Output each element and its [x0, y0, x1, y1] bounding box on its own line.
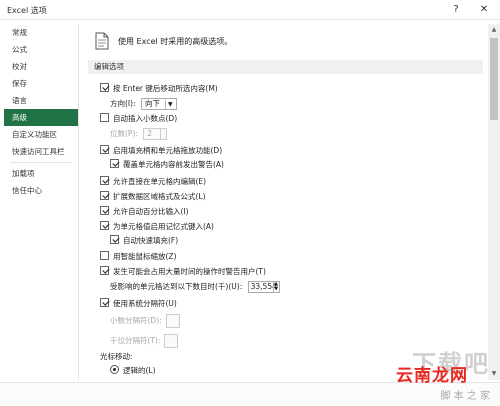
sidebar-item-addins[interactable]: 加载项 — [4, 165, 78, 182]
scroll-up-icon[interactable]: ▲ — [488, 24, 500, 36]
direction-label: 方向(I): — [110, 99, 136, 108]
flash-fill-checkbox[interactable] — [110, 235, 119, 244]
autocomplete-checkbox[interactable] — [100, 221, 109, 230]
option-direction: 方向(I): 向下 ▼ — [110, 97, 177, 110]
thousands-separator-label: 千位分隔符(T): — [110, 336, 161, 345]
sidebar-item-customize-ribbon[interactable]: 自定义功能区 — [4, 126, 78, 143]
fill-handle-label: 启用填充柄和单元格拖放功能(D) — [113, 146, 223, 155]
option-thousands-separator: 千位分隔符(T): — [110, 334, 179, 348]
close-button[interactable]: ✕ — [470, 1, 498, 19]
panel-description: 使用 Excel 时采用的高级选项。 — [118, 37, 233, 46]
option-auto-decimal[interactable]: 自动插入小数点(D) — [100, 112, 177, 125]
option-extend-formats[interactable]: 扩展数据区域格式及公式(L) — [100, 190, 206, 203]
scrollbar-thumb[interactable] — [490, 38, 498, 120]
thousands-separator-input — [164, 334, 179, 348]
decimal-separator-input — [165, 314, 180, 328]
decimal-separator-label: 小数分隔符(D): — [110, 316, 162, 325]
options-panel: 使用 Excel 时采用的高级选项。 编辑选项 按 Enter 键后移动所选内容… — [82, 24, 487, 380]
cells-affected-label: 受影响的单元格达到以下数目时(千)(U): — [110, 282, 243, 291]
stepper-arrows-icon — [160, 129, 166, 139]
direction-value: 向下 — [144, 99, 160, 108]
overwrite-alert-checkbox[interactable] — [110, 159, 119, 168]
overwrite-alert-label: 覆盖单元格内容前发出警告(A) — [123, 160, 224, 169]
extend-formats-checkbox[interactable] — [100, 191, 109, 200]
option-enter-move[interactable]: 按 Enter 键后移动所选内容(M) — [100, 82, 218, 95]
enter-move-label: 按 Enter 键后移动所选内容(M) — [113, 84, 218, 93]
enter-move-checkbox[interactable] — [100, 83, 109, 92]
places-value: 2 — [147, 129, 153, 138]
option-zoom-roll[interactable]: 用智能鼠标缩放(Z) — [100, 250, 177, 263]
options-scrollbar[interactable]: ▲ ▼ — [488, 24, 500, 380]
logical-label: 逻辑的(L) — [123, 366, 156, 375]
option-decimal-separator: 小数分隔符(D): — [110, 314, 180, 328]
document-icon — [95, 32, 109, 50]
option-places: 位数(P): 2 — [110, 127, 168, 140]
option-edit-in-cell[interactable]: 允许直接在单元格内编辑(E) — [100, 175, 206, 188]
section-editing-options: 编辑选项 — [88, 60, 483, 74]
flash-fill-label: 自动快速填充(F) — [123, 236, 179, 245]
option-fill-handle[interactable]: 启用填充柄和单元格拖放功能(D) — [100, 144, 222, 157]
auto-percent-label: 允许自动百分比输入(I) — [113, 207, 189, 216]
alert-slow-label: 发生可能会占用大量时间的操作时警告用户(T) — [113, 267, 266, 276]
option-auto-percent[interactable]: 允许自动百分比输入(I) — [100, 205, 189, 218]
category-sidebar: 常规 公式 校对 保存 语言 高级 自定义功能区 快速访问工具栏 加载项 信任中… — [4, 24, 79, 380]
auto-decimal-label: 自动插入小数点(D) — [113, 114, 178, 123]
option-alert-slow[interactable]: 发生可能会占用大量时间的操作时警告用户(T) — [100, 265, 266, 278]
direction-select[interactable]: 向下 ▼ — [140, 98, 177, 110]
edit-in-cell-label: 允许直接在单元格内编辑(E) — [113, 177, 207, 186]
sidebar-item-general[interactable]: 常规 — [4, 24, 78, 41]
autocomplete-label: 为单元格值启用记忆式键入(A) — [113, 222, 214, 231]
option-cursor-movement: 光标移动: — [100, 350, 133, 363]
sidebar-item-formulas[interactable]: 公式 — [4, 41, 78, 58]
auto-percent-checkbox[interactable] — [100, 206, 109, 215]
places-stepper: 2 — [143, 128, 168, 140]
chevron-down-icon: ▼ — [164, 100, 173, 110]
sidebar-item-advanced[interactable]: 高级 — [4, 109, 78, 126]
option-system-separators[interactable]: 使用系统分隔符(U) — [100, 297, 177, 310]
option-flash-fill[interactable]: 自动快速填充(F) — [110, 234, 178, 247]
edit-in-cell-checkbox[interactable] — [100, 176, 109, 185]
sidebar-divider — [10, 162, 72, 163]
logical-radio[interactable] — [110, 365, 119, 374]
window-title: Excel 选项 — [7, 6, 47, 15]
watermark-subtext: 脚 本 之 家 — [440, 391, 490, 402]
fill-handle-checkbox[interactable] — [100, 145, 109, 154]
sidebar-item-quick-access-toolbar[interactable]: 快速访问工具栏 — [4, 143, 78, 160]
zoom-roll-checkbox[interactable] — [100, 251, 109, 260]
option-overwrite-alert[interactable]: 覆盖单元格内容前发出警告(A) — [110, 158, 224, 171]
sidebar-item-language[interactable]: 语言 — [4, 92, 78, 109]
cells-affected-stepper[interactable]: 33,554 ▲ ▼ — [247, 281, 280, 293]
option-autocomplete[interactable]: 为单元格值启用记忆式键入(A) — [100, 220, 214, 233]
places-label: 位数(P): — [110, 129, 138, 138]
help-button[interactable]: ? — [442, 1, 470, 19]
title-bar: Excel 选项 ? ✕ — [0, 0, 500, 20]
option-cells-affected: 受影响的单元格达到以下数目时(千)(U): 33,554 ▲ ▼ — [110, 280, 280, 293]
sidebar-item-proofing[interactable]: 校对 — [4, 58, 78, 75]
alert-slow-checkbox[interactable] — [100, 266, 109, 275]
system-separators-label: 使用系统分隔符(U) — [113, 299, 177, 308]
option-logical[interactable]: 逻辑的(L) — [110, 364, 156, 377]
sidebar-item-save[interactable]: 保存 — [4, 75, 78, 92]
cursor-movement-label: 光标移动: — [100, 352, 133, 361]
zoom-roll-label: 用智能鼠标缩放(Z) — [113, 252, 177, 261]
auto-decimal-checkbox[interactable] — [100, 113, 109, 122]
sidebar-item-trust-center[interactable]: 信任中心 — [4, 182, 78, 199]
extend-formats-label: 扩展数据区域格式及公式(L) — [113, 192, 206, 201]
site-watermark: 下载吧 云南龙网 脚 本 之 家 — [344, 342, 494, 402]
stepper-arrows-icon: ▲ ▼ — [272, 281, 279, 292]
watermark-label: 云南龙网 — [396, 366, 468, 386]
system-separators-checkbox[interactable] — [100, 298, 109, 307]
